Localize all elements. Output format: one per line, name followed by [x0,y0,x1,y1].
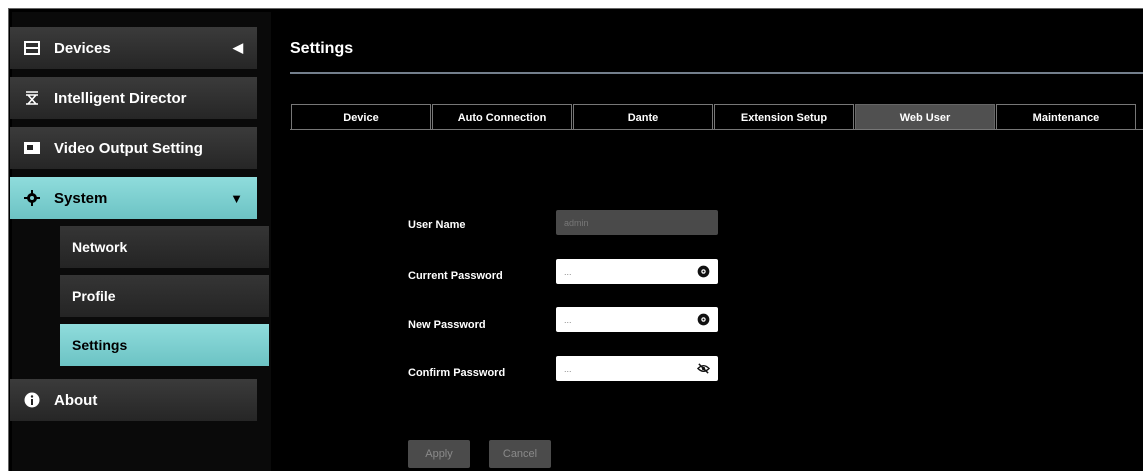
sidebar-item-intelligent-director[interactable]: Intelligent Director [10,77,257,119]
user-name-value: admin [564,217,589,228]
sidebar-item-label: Profile [72,288,116,304]
page-title: Settings [290,40,354,57]
tab-maintenance[interactable]: Maintenance [996,104,1136,130]
eye-icon[interactable] [697,265,710,278]
sidebar-item-label: Devices [54,39,111,57]
sidebar-item-profile[interactable]: Profile [60,275,269,317]
tab-auto-connection[interactable]: Auto Connection [432,104,572,130]
confirm-password-label: Confirm Password [408,367,506,379]
new-password-label: New Password [408,319,486,331]
settings-tabs: Device Auto Connection Dante Extension S… [291,104,1137,130]
tab-dante[interactable]: Dante [573,104,713,130]
sidebar-item-settings[interactable]: Settings [60,324,269,366]
sidebar-item-video-output-setting[interactable]: Video Output Setting [10,127,257,169]
expand-down-icon[interactable]: ▼ [230,191,243,206]
current-password-label: Current Password [408,270,503,282]
sidebar-item-system[interactable]: System ▼ [10,177,257,219]
sidebar-item-label: About [54,391,98,409]
tab-extension-setup[interactable]: Extension Setup [714,104,854,130]
gear-icon [24,190,40,206]
monitor-icon [24,140,40,156]
user-name-field[interactable]: admin [556,210,718,235]
sidebar-item-label: Intelligent Director [54,89,187,107]
sidebar-item-about[interactable]: About [10,379,257,421]
info-icon [24,392,40,408]
director-icon [24,90,40,106]
devices-icon [24,40,40,56]
sidebar-item-label: Settings [72,337,128,353]
sidebar-item-label: System [54,189,108,207]
sidebar-item-devices[interactable]: Devices ◀ [10,27,257,69]
confirm-password-field[interactable]: ... [556,356,718,381]
cancel-button[interactable]: Cancel [489,440,551,468]
tab-web-user[interactable]: Web User [855,104,995,130]
sidebar-item-network[interactable]: Network [60,226,269,268]
sidebar-item-label: Network [72,239,128,255]
current-password-value: ... [564,266,572,277]
title-divider [290,72,1143,74]
new-password-field[interactable]: ... [556,307,718,332]
current-password-field[interactable]: ... [556,259,718,284]
new-password-value: ... [564,314,572,325]
apply-button[interactable]: Apply [408,440,470,468]
user-name-label: User Name [408,219,466,231]
eye-icon[interactable] [697,313,710,326]
collapse-left-icon[interactable]: ◀ [233,40,243,56]
confirm-password-value: ... [564,363,572,374]
sidebar-item-label: Video Output Setting [54,139,203,157]
eye-off-icon[interactable] [697,362,710,375]
tabs-divider [290,129,1143,130]
tab-device[interactable]: Device [291,104,431,130]
